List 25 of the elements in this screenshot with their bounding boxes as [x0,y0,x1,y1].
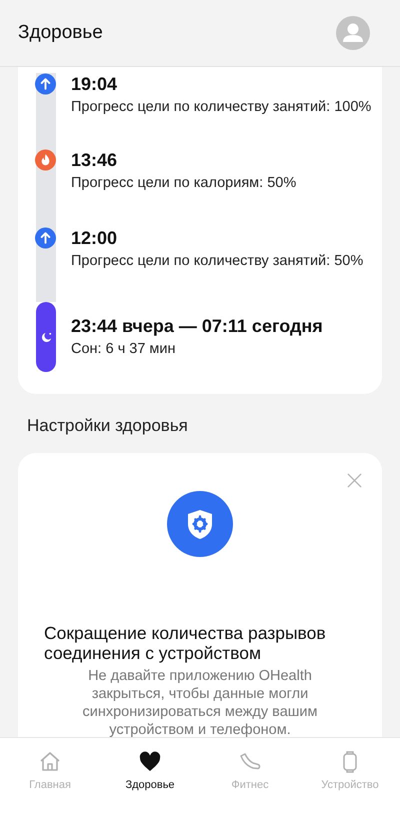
flame-icon [35,149,56,171]
heart-icon [138,750,162,774]
avatar-icon[interactable] [336,16,370,50]
event-time: 23:44 вчера — 07:11 сегодня [71,315,323,337]
nav-tab[interactable]: Здоровье [100,738,200,814]
event-description: Прогресс цели по калориям: 50% [71,174,296,193]
arrow-up-icon [35,73,56,95]
close-icon[interactable] [347,473,362,488]
event-time: 13:46 [71,149,118,171]
page-title: Здоровье [18,22,103,44]
tip-title: Сокращение количества разрывов соединения с устройством [44,623,327,663]
nav-tab[interactable]: Фитнес [200,738,300,814]
arrow-up-icon [35,227,56,249]
tip-text: Не давайте приложению OHealth закрыться, чтобы данные могли синхронизироваться между вашим устройством и телефоном. [82,667,318,737]
event-description: Прогресс цели по количеству занятий: 50% [71,252,364,271]
home-icon [38,750,62,774]
nav-tab[interactable]: Главная [0,738,100,814]
event-time: 12:00 [71,227,118,249]
shield-gear-icon [167,491,233,557]
section-title: Настройки здоровья [27,416,189,436]
event-time: 19:04 [71,73,118,95]
nav-tab[interactable]: Устройство [300,738,400,814]
event-description: Прогресс цели по количеству занятий: 100% [71,98,372,117]
event-description: Сон: 6 ч 37 мин [71,340,177,359]
moon-icon [40,330,52,344]
